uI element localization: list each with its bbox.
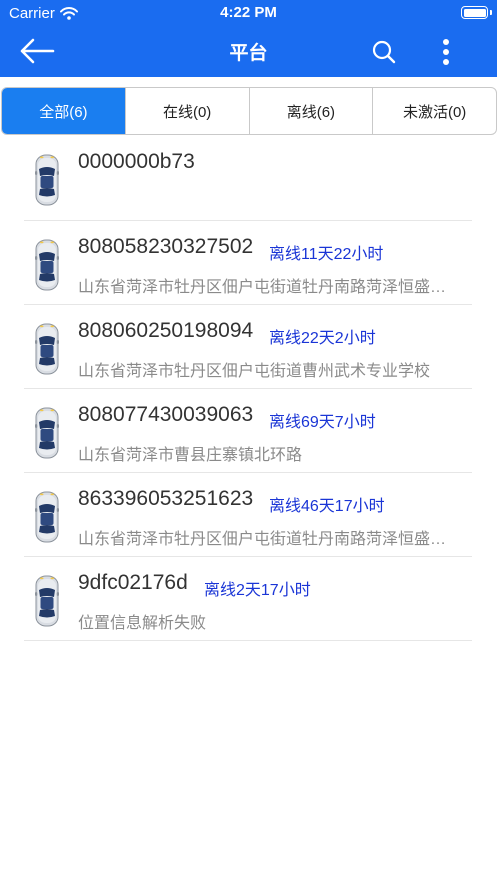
device-status: 离线22天2小时	[269, 330, 376, 347]
device-address: 山东省菏泽市牡丹区佃户屯街道曹州武术专业学校	[78, 363, 431, 380]
divider	[24, 640, 472, 641]
battery-icon	[461, 6, 488, 19]
device-id: 808058230327502	[78, 235, 254, 258]
tab-inactive[interactable]: 未激活(0)	[372, 88, 496, 134]
device-address: 山东省菏泽市牡丹区佃户屯街道牡丹南路菏泽恒盛…	[78, 279, 447, 296]
device-id: 808077430039063	[78, 403, 254, 426]
tab-online[interactable]: 在线(0)	[124, 88, 249, 134]
device-status: 离线46天17小时	[269, 498, 385, 515]
device-id: 0000000b73	[78, 150, 195, 173]
nav-bar: 平台	[0, 26, 497, 77]
device-status: 离线69天7小时	[269, 414, 376, 431]
app-header: Carrier 4:22 PM 平台	[0, 0, 497, 77]
car-icon	[35, 323, 59, 375]
device-list: 0000000b73 808058230327502 离线11天22小时 山东省…	[0, 136, 497, 641]
list-item[interactable]: 808060250198094 离线22天2小时 山东省菏泽市牡丹区佃户屯街道曹…	[0, 305, 497, 389]
device-id: 863396053251623	[78, 487, 254, 510]
tab-offline[interactable]: 离线(6)	[248, 88, 373, 134]
filter-tabs: 全部(6) 在线(0) 离线(6) 未激活(0)	[1, 87, 497, 135]
device-id: 808060250198094	[78, 319, 254, 342]
battery-nub	[490, 10, 492, 15]
list-item[interactable]: 808058230327502 离线11天22小时 山东省菏泽市牡丹区佃户屯街道…	[0, 221, 497, 305]
device-status: 离线11天22小时	[269, 246, 384, 263]
status-bar: Carrier 4:22 PM	[0, 0, 497, 26]
car-icon	[35, 239, 59, 291]
device-address: 山东省菏泽市牡丹区佃户屯街道牡丹南路菏泽恒盛…	[78, 531, 447, 548]
tab-all[interactable]: 全部(6)	[2, 88, 125, 134]
car-icon	[35, 575, 59, 627]
search-icon[interactable]	[370, 38, 398, 66]
list-item[interactable]: 9dfc02176d 离线2天17小时 位置信息解析失败	[0, 557, 497, 641]
status-time: 4:22 PM	[220, 4, 277, 21]
list-item[interactable]: 0000000b73	[0, 136, 497, 221]
arrow-left-icon[interactable]	[18, 35, 58, 67]
device-id: 9dfc02176d	[78, 571, 188, 594]
list-item[interactable]: 863396053251623 离线46天17小时 山东省菏泽市牡丹区佃户屯街道…	[0, 473, 497, 557]
device-address: 山东省菏泽市曹县庄寨镇北环路	[78, 447, 303, 464]
car-icon	[35, 407, 59, 459]
device-address: 位置信息解析失败	[78, 615, 207, 632]
device-status: 离线2天17小时	[204, 582, 311, 599]
page-title: 平台	[229, 43, 268, 64]
car-icon	[35, 491, 59, 543]
car-icon	[35, 154, 59, 206]
more-vertical-icon[interactable]	[434, 37, 458, 67]
list-item[interactable]: 808077430039063 离线69天7小时 山东省菏泽市曹县庄寨镇北环路	[0, 389, 497, 473]
